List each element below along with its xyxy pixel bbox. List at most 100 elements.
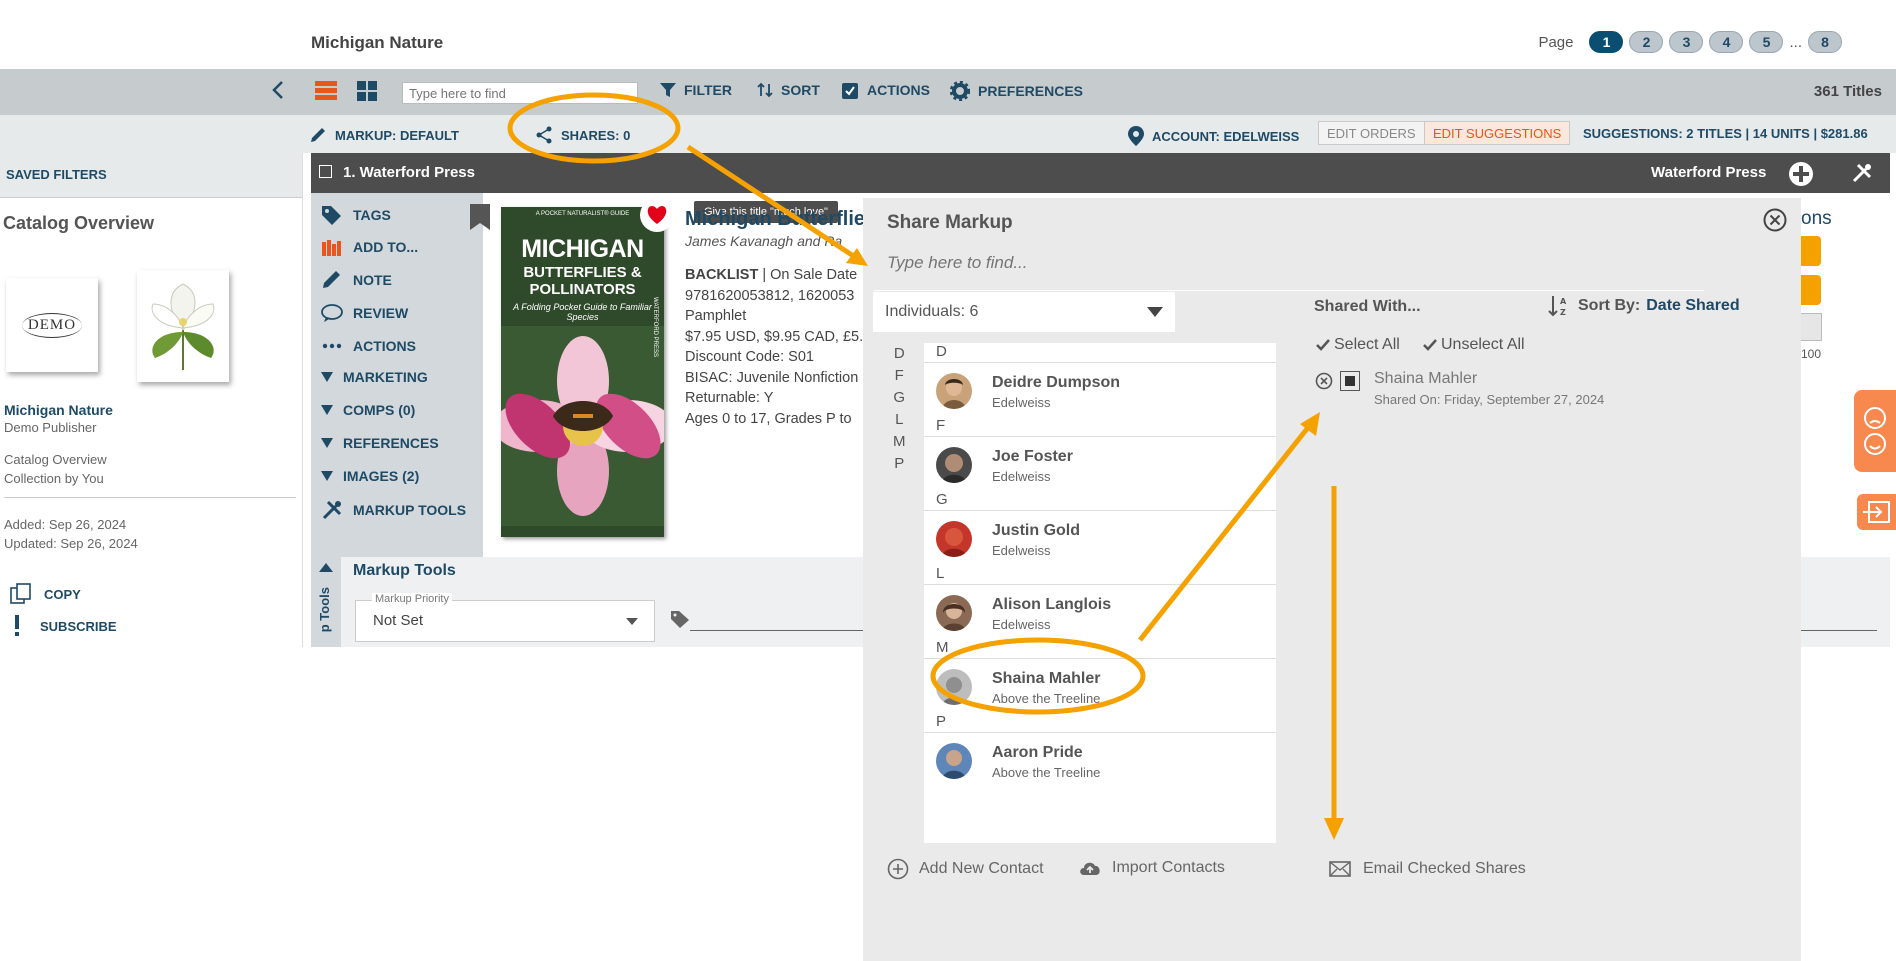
add-new-contact-button[interactable]: Add New Contact xyxy=(887,858,1044,880)
flower-illustration xyxy=(501,326,664,526)
title-checkbox[interactable] xyxy=(319,165,332,178)
caret-down-icon xyxy=(1147,307,1163,317)
letter-header: F xyxy=(924,417,1276,437)
edit-orders-button[interactable]: EDIT ORDERS xyxy=(1318,121,1425,145)
preferences-button[interactable]: PREFERENCES xyxy=(950,81,1083,101)
tags-button[interactable]: TAGS xyxy=(321,205,391,225)
price: $7.95 USD, $9.95 CAD, £5. xyxy=(685,328,863,345)
sort-alpha-icon: AZ xyxy=(1548,296,1567,317)
marketing-toggle[interactable]: MARKETING xyxy=(321,369,428,385)
heart-button[interactable] xyxy=(640,198,674,232)
add-to-button[interactable]: ADD TO... xyxy=(321,238,418,256)
select-all-button[interactable]: Select All xyxy=(1316,336,1400,354)
actions-button[interactable]: ACTIONS xyxy=(841,81,930,99)
avatar xyxy=(936,669,972,705)
sort-by-control[interactable]: AZ Sort By: Date Shared xyxy=(1548,294,1740,318)
plus-badge-icon[interactable] xyxy=(1788,161,1814,187)
row-actions-button[interactable]: ACTIONS xyxy=(321,336,416,356)
contact-name: Alison Langlois xyxy=(992,596,1112,613)
bisac: BISAC: Juvenile Nonfiction xyxy=(685,369,859,386)
catalog-name-link[interactable]: Michigan Nature xyxy=(4,402,113,418)
shared-with-heading: Shared With... xyxy=(1314,298,1421,315)
right-fragment-number: 100 xyxy=(1801,347,1822,361)
page-1-button[interactable]: 1 xyxy=(1589,31,1624,53)
right-orange-button[interactable] xyxy=(1801,275,1821,305)
unselect-all-button[interactable]: Unselect All xyxy=(1423,336,1525,354)
index-letter-p[interactable]: P xyxy=(893,453,906,475)
contact-item[interactable]: Shaina Mahler Above the Treeline xyxy=(924,659,1276,714)
avatar xyxy=(936,521,972,557)
share-checkbox[interactable] xyxy=(1340,371,1360,391)
sign-in-tab[interactable] xyxy=(1857,494,1896,530)
contact-name: Deidre Dumpson xyxy=(992,374,1121,391)
account-selector[interactable]: ACCOUNT: EDELWEISS xyxy=(1128,126,1299,146)
index-letter-d[interactable]: D xyxy=(893,343,906,365)
triangle-down-icon xyxy=(321,471,333,481)
location-pin-icon xyxy=(1128,126,1144,146)
references-toggle[interactable]: REFERENCES xyxy=(321,435,439,451)
close-icon[interactable] xyxy=(1763,208,1787,232)
filter-icon xyxy=(660,83,676,97)
page-5-button[interactable]: 5 xyxy=(1749,31,1784,53)
page-4-button[interactable]: 4 xyxy=(1709,31,1744,53)
right-grey-box[interactable] xyxy=(1801,313,1822,341)
catalog-type: Catalog Overview xyxy=(4,452,107,467)
tag-icon[interactable] xyxy=(670,610,690,628)
markup-selector[interactable]: MARKUP: DEFAULT xyxy=(309,126,459,144)
filter-button[interactable]: FILTER xyxy=(660,82,732,98)
avatar xyxy=(936,447,972,483)
grid-view-icon[interactable] xyxy=(357,81,377,101)
review-button[interactable]: REVIEW xyxy=(321,303,408,323)
email-checked-shares-button[interactable]: Email Checked Shares xyxy=(1329,860,1526,878)
page-ellipsis: ... xyxy=(1789,33,1802,51)
shares-button[interactable]: SHARES: 0 xyxy=(535,126,630,144)
contact-item[interactable]: Justin Gold Edelweiss xyxy=(924,511,1276,566)
import-contacts-button[interactable]: Import Contacts xyxy=(1078,858,1225,878)
page-3-button[interactable]: 3 xyxy=(1669,31,1704,53)
contact-name: Joe Foster xyxy=(992,448,1073,465)
contact-item[interactable]: Joe Foster Edelweiss xyxy=(924,437,1276,492)
copy-button[interactable]: COPY xyxy=(10,583,81,605)
tools-icon[interactable] xyxy=(1851,162,1873,184)
saved-filters-link[interactable]: SAVED FILTERS xyxy=(6,167,107,182)
index-letter-l[interactable]: L xyxy=(893,409,906,431)
book-title[interactable]: Michigan Butterflie xyxy=(685,208,863,231)
subscribe-button[interactable]: SUBSCRIBE xyxy=(14,615,117,637)
triangle-down-icon xyxy=(321,372,333,382)
letter-header: M xyxy=(924,639,1276,659)
added-date: Added: Sep 26, 2024 xyxy=(4,517,127,532)
edit-suggestions-button[interactable]: EDIT SUGGESTIONS xyxy=(1424,121,1571,145)
sort-button[interactable]: SORT xyxy=(757,82,820,98)
divider xyxy=(0,197,302,198)
markup-priority-select[interactable]: Markup Priority Not Set xyxy=(355,593,655,642)
comps-toggle[interactable]: COMPS (0) xyxy=(321,402,415,418)
list-view-icon[interactable] xyxy=(315,81,337,101)
note-button[interactable]: NOTE xyxy=(321,270,392,290)
index-letter-f[interactable]: F xyxy=(893,365,906,387)
contact-org: Above the Treeline xyxy=(992,765,1101,780)
index-letter-g[interactable]: G xyxy=(893,387,906,409)
right-orange-button[interactable] xyxy=(1801,236,1821,266)
triangle-up-icon[interactable] xyxy=(319,563,333,573)
back-chevron-icon[interactable] xyxy=(271,80,285,100)
letter-header: G xyxy=(924,491,1276,511)
book-cover[interactable]: A POCKET NATURALIST® GUIDE MICHIGAN BUTT… xyxy=(501,207,664,537)
contact-item[interactable]: Aaron Pride Above the Treeline xyxy=(924,733,1276,787)
contact-type-dropdown[interactable]: Individuals: 6 xyxy=(873,292,1175,332)
tag-icon xyxy=(322,206,341,225)
contact-search-input[interactable] xyxy=(885,248,1189,278)
remove-share-icon[interactable] xyxy=(1315,372,1333,390)
contact-item[interactable]: Alison Langlois Edelweiss xyxy=(924,585,1276,640)
page-8-button[interactable]: 8 xyxy=(1808,31,1842,53)
index-letter-m[interactable]: M xyxy=(893,431,906,453)
images-toggle[interactable]: IMAGES (2) xyxy=(321,468,419,484)
bookmark-icon[interactable] xyxy=(470,204,490,230)
page-2-button[interactable]: 2 xyxy=(1629,31,1664,53)
feedback-tab[interactable] xyxy=(1854,390,1896,472)
exclamation-icon xyxy=(15,615,19,636)
contact-org: Edelweiss xyxy=(992,395,1051,410)
search-input[interactable] xyxy=(402,82,638,104)
right-fragment-text: ons xyxy=(1801,208,1832,229)
contact-item[interactable]: Deidre Dumpson Edelweiss xyxy=(924,363,1276,418)
markup-tools-button[interactable]: MARKUP TOOLS xyxy=(321,499,466,521)
